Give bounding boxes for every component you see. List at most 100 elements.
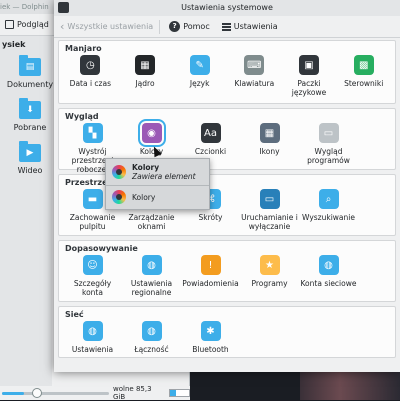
application-style-icon: ▭ xyxy=(318,123,339,143)
bluetooth-icon: ✱ xyxy=(200,321,221,341)
toolbar-separator xyxy=(159,19,161,34)
popup-item-colors[interactable]: Kolory xyxy=(106,186,209,208)
settings-module[interactable]: ▭ Uruchamianie i wyłączanie xyxy=(240,187,299,231)
account-icon: ☺ xyxy=(82,255,103,275)
module-label: Zachowanie pulpitu xyxy=(69,213,116,231)
category-section: Dopasowywanie ☺ Szczegóły konta ◍ Ustawienia… xyxy=(58,240,396,302)
help-button[interactable]: ? Pomoc xyxy=(166,19,213,34)
colors-icon: ◉ xyxy=(137,119,166,147)
module-label: Wyszukiwanie xyxy=(302,213,355,222)
popup-title: Kolory xyxy=(132,163,160,172)
file-item[interactable]: ▶ Wideo xyxy=(4,141,56,175)
drivers-icon: ▩ xyxy=(353,55,374,75)
network-settings-icon: ◍ xyxy=(82,321,103,341)
module-label: Czcionki xyxy=(194,147,227,156)
preview-icon xyxy=(5,20,14,29)
module-label: Zarządzanie oknami xyxy=(128,213,175,231)
all-settings-button[interactable]: ‹ Wszystkie ustawienia xyxy=(60,19,154,33)
folder-documents-icon: ▤ xyxy=(19,55,41,76)
workspace-theme-icon: ▚ xyxy=(82,123,103,143)
regional-settings-icon: ◍ xyxy=(141,255,162,275)
module-label: Uruchamianie i wyłączanie xyxy=(241,213,298,231)
settings-module[interactable]: ◷ Data i czas xyxy=(63,53,118,97)
keyboard-icon: ⌨ xyxy=(244,55,265,75)
module-label: Konta sieciowe xyxy=(300,279,357,288)
module-label: Powiadomienia xyxy=(182,279,239,288)
file-label: Dokumenty xyxy=(6,80,54,89)
module-label: Bluetooth xyxy=(192,345,229,354)
settings-module[interactable]: ▦ Ikony xyxy=(240,121,299,174)
section-title: Wygląd xyxy=(65,112,99,121)
section-items: ◍ Ustawienia ◍ Łączność ✱ Bluetooth xyxy=(59,319,395,354)
settings-app-icon[interactable] xyxy=(58,2,69,13)
all-settings-label: Wszystkie ustawienia xyxy=(67,22,154,31)
module-label: Łączność xyxy=(134,345,169,354)
module-label: Data i czas xyxy=(69,79,111,88)
settings-module[interactable]: ⌕ Wyszukiwanie xyxy=(299,187,358,231)
module-label: Klawiatura xyxy=(234,79,275,88)
file-label: Pobrane xyxy=(13,123,47,132)
settings-module[interactable]: ▩ Sterowniki xyxy=(336,53,391,97)
file-view: ▤ Dokumenty ⬇ Pobrane ▶ Wideo xyxy=(4,55,56,187)
file-label: Wideo xyxy=(17,166,43,175)
settings-module[interactable]: ☺ Szczegóły konta xyxy=(63,253,122,297)
module-label: Szczegóły konta xyxy=(73,279,112,297)
settings-module[interactable]: ! Powiadomienia xyxy=(181,253,240,297)
clock-icon: ◷ xyxy=(80,55,101,75)
chevron-left-icon: ‹ xyxy=(60,19,65,33)
settings-menu-label: Ustawienia xyxy=(233,22,278,31)
file-item[interactable]: ⬇ Pobrane xyxy=(4,98,56,132)
places-header: ysiek xyxy=(2,40,26,49)
colors-icon xyxy=(112,190,126,204)
module-label: Paczki językowe xyxy=(291,79,327,97)
hamburger-menu-icon xyxy=(221,22,231,31)
preview-label: Podgląd xyxy=(17,20,49,29)
file-item[interactable]: ▤ Dokumenty xyxy=(4,55,56,89)
colors-icon xyxy=(112,165,126,179)
module-label: Programy xyxy=(251,279,288,288)
settings-module[interactable]: ✎ Język xyxy=(172,53,227,97)
module-label: Język xyxy=(189,79,210,88)
connections-icon: ◍ xyxy=(141,321,162,341)
fonts-icon: Aa xyxy=(200,123,221,143)
settings-menu-button[interactable]: Ustawienia xyxy=(219,20,281,33)
settings-module[interactable]: ◍ Ustawienia regionalne xyxy=(122,253,181,297)
startup-shutdown-icon: ▭ xyxy=(259,189,280,209)
zoom-fill xyxy=(2,391,24,395)
kernel-icon: ▦ xyxy=(135,55,155,75)
section-title: Dopasowywanie xyxy=(65,244,138,253)
folder-video-icon: ▶ xyxy=(19,141,41,162)
applications-icon: ★ xyxy=(259,255,280,275)
notifications-icon: ! xyxy=(200,255,221,275)
settings-module[interactable]: ◍ Ustawienia xyxy=(63,319,122,354)
popup-subtitle: Zawiera element xyxy=(132,172,196,181)
settings-module[interactable]: ◍ Konta sieciowe xyxy=(299,253,358,297)
popup-item-label: Kolory xyxy=(132,192,156,202)
settings-module[interactable]: ▣ Paczki językowe xyxy=(282,53,337,97)
free-space-bar xyxy=(168,389,190,397)
settings-module[interactable]: ▦ Jądro xyxy=(118,53,173,97)
settings-module[interactable]: ▭ Wygląd programów xyxy=(299,121,358,174)
settings-module[interactable]: ◍ Łączność xyxy=(122,319,181,354)
desktop-behavior-icon: ▬ xyxy=(82,189,103,209)
dolphin-statusbar: wolne 85,3 GiB xyxy=(0,385,190,401)
module-label: Ikony xyxy=(259,147,280,156)
module-label: Ustawienia xyxy=(71,345,114,354)
section-items: ◷ Data i czas ▦ Jądro ✎ Język ⌨ Klawiatura ▣ Pacz… xyxy=(59,53,395,97)
section-title: Manjaro xyxy=(65,44,102,53)
module-label: Ustawienia regionalne xyxy=(130,279,173,297)
settings-titlebar: Ustawienia systemowe xyxy=(54,0,400,16)
free-space-label: wolne 85,3 GiB xyxy=(113,385,152,401)
settings-module[interactable]: ✱ Bluetooth xyxy=(181,319,240,354)
preview-button[interactable]: Podgląd xyxy=(2,18,52,31)
section-title: Sieć xyxy=(65,310,84,319)
settings-module[interactable]: ⌨ Klawiatura xyxy=(227,53,282,97)
zoom-slider-handle[interactable] xyxy=(32,387,42,398)
category-section: Manjaro ◷ Data i czas ▦ Jądro ✎ Język ⌨ Klawiatu… xyxy=(58,40,396,104)
zoom-slider[interactable] xyxy=(2,387,110,398)
category-section: Sieć ◍ Ustawienia ◍ Łączność ✱ Bluetooth xyxy=(58,306,396,358)
folder-download-icon: ⬇ xyxy=(19,98,41,119)
settings-module[interactable]: ★ Programy xyxy=(240,253,299,297)
language-packages-icon: ▣ xyxy=(299,55,320,75)
free-space-fill xyxy=(169,390,176,396)
